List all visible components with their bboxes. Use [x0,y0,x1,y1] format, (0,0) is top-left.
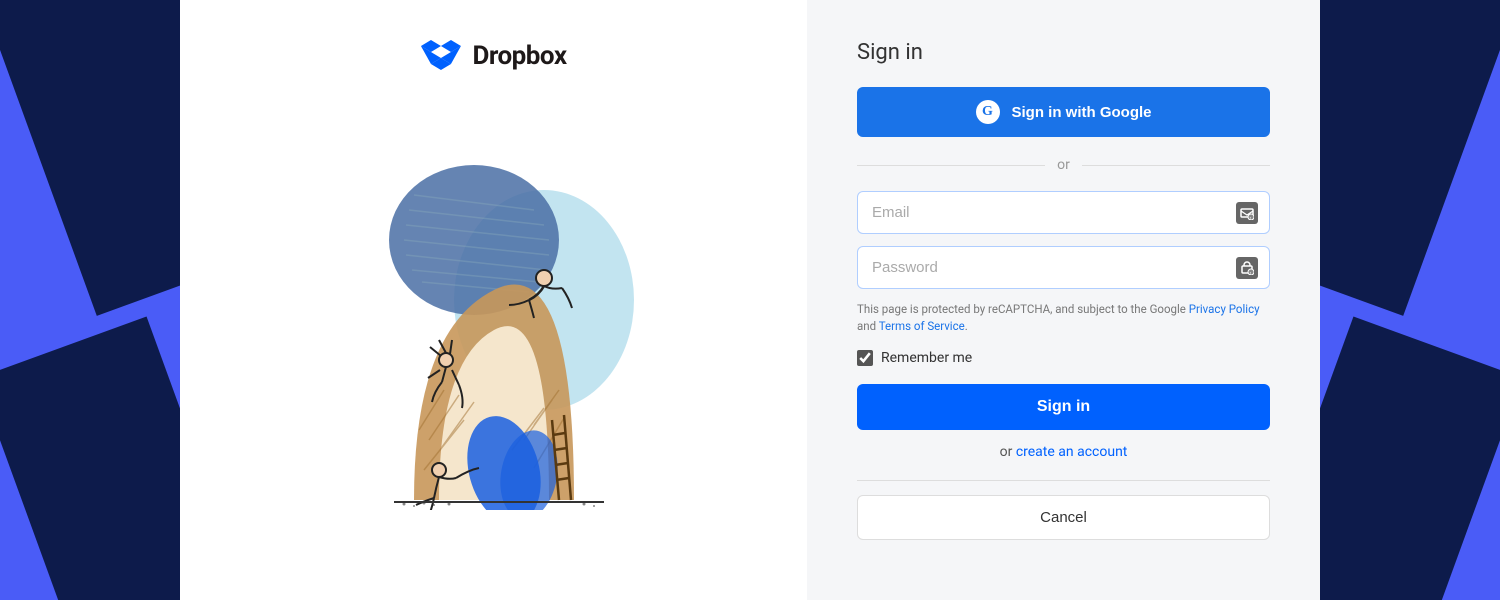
google-icon: G [976,100,1000,124]
dropbox-logo-icon [420,40,460,72]
email-input[interactable] [857,191,1270,234]
dropbox-header: Dropbox [420,40,566,72]
email-autofill-icon: 1 [1236,202,1258,224]
google-sign-in-button[interactable]: G Sign in with Google [857,87,1270,137]
remember-me-text: Remember me [881,350,972,366]
remember-me-checkbox[interactable] [857,350,873,366]
password-input[interactable] [857,246,1270,289]
or-divider: or [857,157,1270,173]
main-card: Dropbox [180,0,1320,600]
remember-me-label[interactable]: Remember me [857,350,1270,366]
terms-of-service-link[interactable]: Terms of Service [879,319,965,333]
or-create-prefix: or [1000,444,1016,460]
svg-text:1: 1 [1250,215,1252,220]
sign-in-button[interactable]: Sign in [857,384,1270,430]
left-panel: Dropbox [180,0,807,600]
create-account-link[interactable]: create an account [1016,444,1128,460]
recaptcha-notice: This page is protected by reCAPTCHA, and… [857,301,1270,336]
sign-in-title: Sign in [857,40,1270,65]
svg-text:1: 1 [1250,270,1252,275]
section-divider [857,480,1270,481]
cancel-button[interactable]: Cancel [857,495,1270,540]
email-input-wrapper: 1 [857,191,1270,234]
illustration [334,130,654,510]
privacy-policy-link[interactable]: Privacy Policy [1189,302,1260,316]
or-text: or [1057,157,1070,173]
create-account-row: or create an account [857,444,1270,460]
password-input-wrapper: 1 [857,246,1270,289]
divider-line-left [857,165,1045,166]
right-panel: Sign in G Sign in with Google or 1 [807,0,1320,600]
google-button-label: Sign in with Google [1012,104,1152,121]
password-autofill-icon: 1 [1236,257,1258,279]
brand-name: Dropbox [472,41,566,71]
divider-line-right [1082,165,1270,166]
